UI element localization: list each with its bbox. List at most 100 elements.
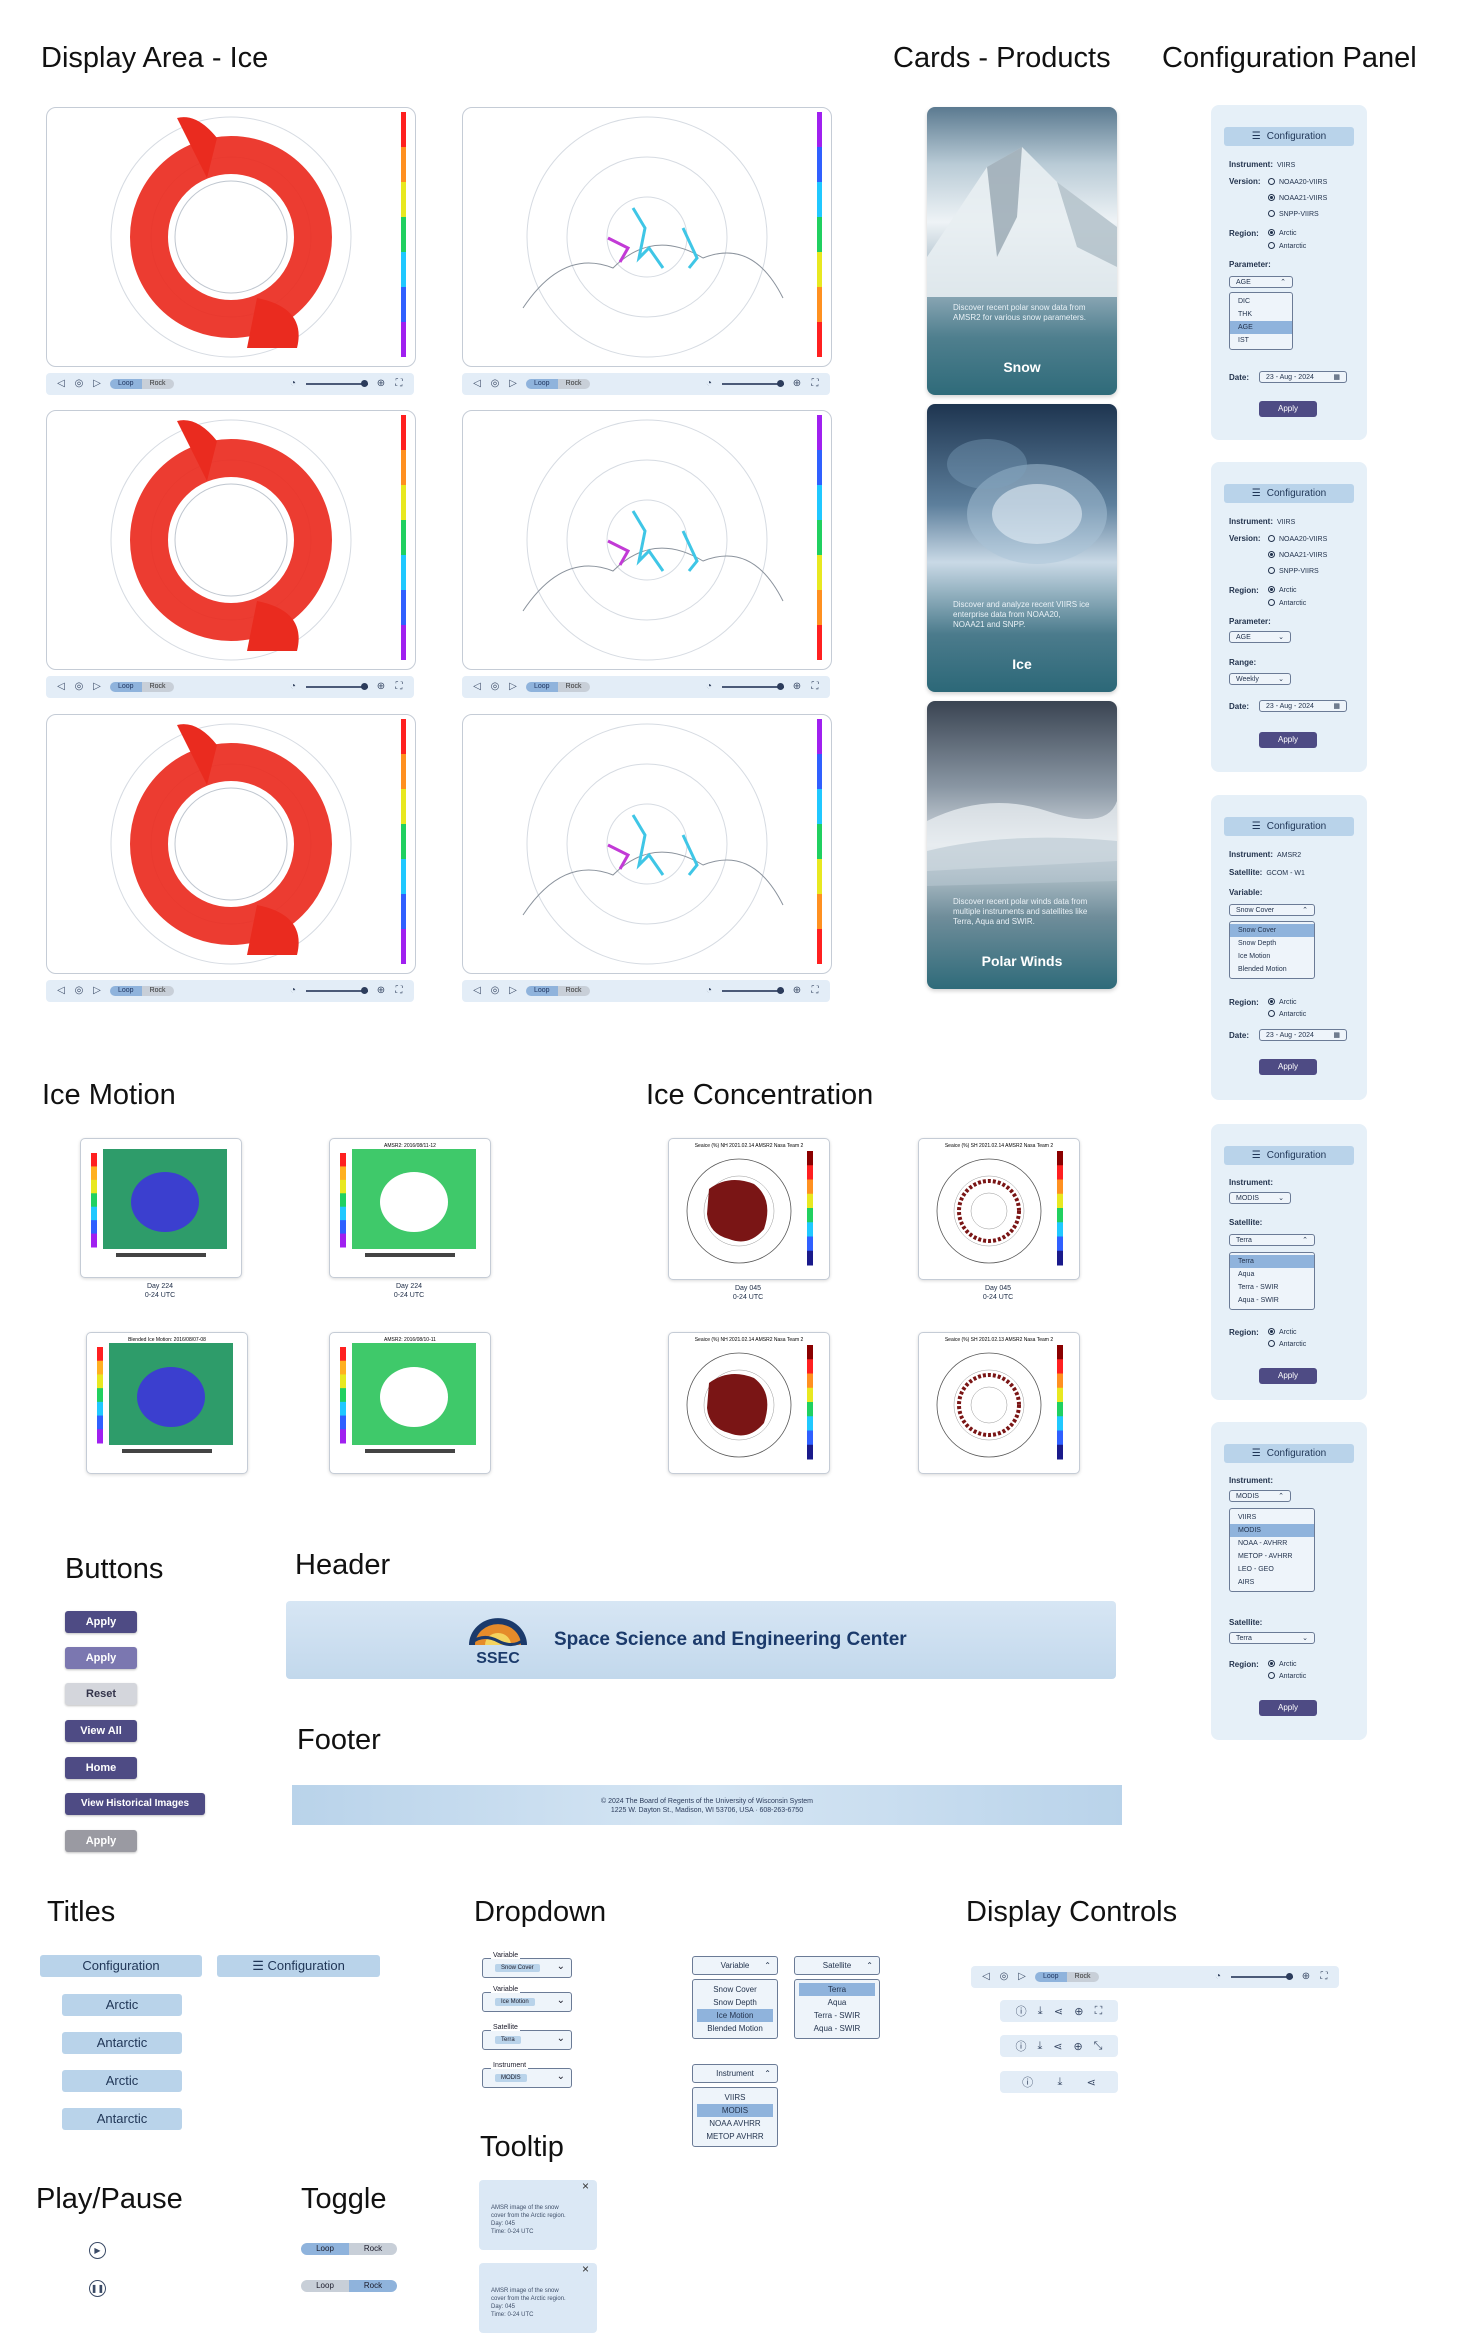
ice-map-arctic[interactable] <box>462 107 832 367</box>
toggle-rock-active[interactable]: Loop Rock <box>301 2280 397 2292</box>
satellite-select[interactable]: Terra ⌄ <box>1229 1632 1315 1644</box>
radio-antarctic[interactable]: Antarctic <box>1268 1340 1306 1348</box>
ice-map-antarctic[interactable] <box>46 714 416 974</box>
radio-snpp[interactable]: SNPP-VIIRS <box>1268 210 1319 218</box>
apply-button[interactable]: Apply <box>1259 1059 1317 1075</box>
next-icon[interactable]: ▷ <box>508 379 518 389</box>
radio-arctic[interactable]: Arctic <box>1268 586 1297 594</box>
instrument-select[interactable]: MODIS ⌃ <box>1229 1490 1291 1502</box>
zoom-icon[interactable]: ⊕ <box>1301 1972 1311 1982</box>
loop-rock-toggle[interactable]: Loop Rock <box>110 682 174 692</box>
apply-button[interactable]: Apply <box>1259 732 1317 748</box>
zoom-icon[interactable]: ⊕ <box>792 682 802 692</box>
loop-rock-toggle[interactable]: Loop Rock <box>526 986 590 996</box>
share-icon[interactable]: ⋖ <box>1054 2005 1063 2018</box>
play-icon[interactable]: ◎ <box>490 986 500 996</box>
pause-icon[interactable]: ❚❚ <box>89 2280 106 2297</box>
apply-button[interactable]: Apply <box>1259 1368 1317 1384</box>
toggle-loop-active[interactable]: Loop Rock <box>301 2243 397 2255</box>
zoom-icon[interactable]: ⊕ <box>376 986 386 996</box>
info-icon[interactable]: ⓘ <box>1015 2038 1026 2054</box>
exit-fullscreen-icon[interactable]: ⤡ <box>1094 2040 1103 2053</box>
dropdown-variable-open[interactable]: Variable ⌃ Snow Cover Snow Depth Ice Motion… <box>692 1956 778 2039</box>
card-ice[interactable]: Discover and analyze recent VIIRS ice en… <box>927 404 1117 692</box>
speed-slider[interactable] <box>722 380 784 387</box>
ice-map-antarctic[interactable] <box>46 107 416 367</box>
loop-rock-toggle[interactable]: Loop Rock <box>526 379 590 389</box>
parameter-select[interactable]: AGE ⌄ <box>1229 631 1291 643</box>
loop-rock-toggle[interactable]: Loop Rock <box>1035 1972 1099 1982</box>
download-icon[interactable]: ⤓ <box>1057 2076 1062 2089</box>
prev-icon[interactable]: ◁ <box>56 682 66 692</box>
prev-icon[interactable]: ◁ <box>472 986 482 996</box>
instrument-select[interactable]: MODIS ⌄ <box>1229 1192 1291 1204</box>
next-icon[interactable]: ▷ <box>92 986 102 996</box>
apply-button[interactable]: Apply <box>1259 1700 1317 1716</box>
next-icon[interactable]: ▷ <box>508 986 518 996</box>
play-icon[interactable]: ◎ <box>74 986 84 996</box>
fullscreen-icon[interactable]: ⛶ <box>1319 1972 1329 1982</box>
radio-noaa21[interactable]: NOAA21-VIIRS <box>1268 551 1327 559</box>
info-icon[interactable]: ⓘ <box>1022 2074 1033 2090</box>
radio-snpp[interactable]: SNPP-VIIRS <box>1268 567 1319 575</box>
apply-button[interactable]: Apply <box>1259 401 1317 417</box>
dropdown-instrument-open[interactable]: Instrument ⌃ VIIRS MODIS NOAA AVHRR METOP AV… <box>692 2064 778 2147</box>
ssec-logo[interactable]: SSEC <box>463 1615 533 1667</box>
close-icon[interactable]: × <box>582 2180 589 2192</box>
ice-motion-figure[interactable]: AMSR2: 2016/08/11-12 <box>329 1138 491 1278</box>
radio-antarctic[interactable]: Antarctic <box>1268 242 1306 250</box>
view-historical-images-button[interactable]: View Historical Images <box>65 1793 205 1815</box>
share-icon[interactable]: ⋖ <box>1053 2040 1062 2053</box>
radio-noaa20[interactable]: NOAA20-VIIRS <box>1268 178 1327 186</box>
dropdown-instrument[interactable]: Instrument MODIS ⌄ <box>482 2062 572 2088</box>
variable-list[interactable]: Snow Cover Snow Depth Ice Motion Blended Mo… <box>1229 921 1315 979</box>
satellite-select[interactable]: Terra ⌃ <box>1229 1234 1315 1246</box>
date-picker[interactable]: 23 - Aug - 2024 ▦ <box>1259 371 1347 383</box>
speed-slider[interactable] <box>306 380 368 387</box>
play-icon[interactable]: ◎ <box>999 1972 1009 1982</box>
close-icon[interactable]: × <box>582 2263 589 2275</box>
next-icon[interactable]: ▷ <box>1017 1972 1027 1982</box>
radio-antarctic[interactable]: Antarctic <box>1268 1672 1306 1680</box>
play-icon[interactable]: ◎ <box>490 379 500 389</box>
prev-icon[interactable]: ◁ <box>472 379 482 389</box>
dropdown-satellite[interactable]: Satellite Terra ⌄ <box>482 2024 572 2050</box>
info-icon[interactable]: ⓘ <box>1016 2003 1027 2019</box>
instrument-list[interactable]: VIIRS MODIS NOAA - AVHRR METOP - AVHRR LEO -… <box>1229 1508 1315 1592</box>
play-icon[interactable]: ▶ <box>89 2242 106 2259</box>
range-select[interactable]: Weekly ⌄ <box>1229 673 1291 685</box>
play-icon[interactable]: ◎ <box>74 682 84 692</box>
apply-button[interactable]: Apply <box>65 1611 137 1633</box>
ice-concentration-figure[interactable]: Seaice (%) NH 2021.02.14 AMSR2 Nasa Team… <box>668 1332 830 1474</box>
ice-concentration-figure[interactable]: Seaice (%) SH 2021.02.14 AMSR2 Nasa Team… <box>918 1138 1080 1280</box>
fullscreen-icon[interactable]: ⛶ <box>394 986 404 996</box>
date-picker[interactable]: 23 - Aug - 2024 ▦ <box>1259 1029 1347 1041</box>
parameter-list[interactable]: DIC THK AGE IST <box>1229 292 1293 350</box>
loop-rock-toggle[interactable]: Loop Rock <box>526 682 590 692</box>
fullscreen-icon[interactable]: ⛶ <box>810 379 820 389</box>
speed-slider[interactable] <box>306 987 368 994</box>
ice-concentration-figure[interactable]: Seaice (%) NH 2021.02.14 AMSR2 Nasa Team… <box>668 1138 830 1280</box>
download-icon[interactable]: ⤓ <box>1037 2040 1042 2053</box>
radio-arctic[interactable]: Arctic <box>1268 998 1297 1006</box>
fullscreen-icon[interactable]: ⛶ <box>394 379 404 389</box>
fullscreen-icon[interactable]: ⛶ <box>810 986 820 996</box>
prev-icon[interactable]: ◁ <box>472 682 482 692</box>
speed-slider[interactable] <box>722 987 784 994</box>
fullscreen-icon[interactable]: ⛶ <box>810 682 820 692</box>
radio-antarctic[interactable]: Antarctic <box>1268 599 1306 607</box>
reset-button[interactable]: Reset <box>65 1683 137 1705</box>
speed-slider[interactable] <box>306 683 368 690</box>
share-icon[interactable]: ⋖ <box>1087 2076 1096 2089</box>
play-icon[interactable]: ◎ <box>74 379 84 389</box>
ice-motion-figure[interactable] <box>80 1138 242 1278</box>
home-button[interactable]: Home <box>65 1757 137 1779</box>
satellite-list[interactable]: Terra Aqua Terra - SWIR Aqua - SWIR <box>1229 1252 1315 1310</box>
ice-concentration-figure[interactable]: Seaice (%) SH 2021.02.13 AMSR2 Nasa Team… <box>918 1332 1080 1474</box>
ice-map-antarctic[interactable] <box>46 410 416 670</box>
dropdown-variable[interactable]: Variable Snow Cover ⌄ <box>482 1952 572 1978</box>
speed-slider[interactable] <box>722 683 784 690</box>
zoom-icon[interactable]: ⊕ <box>1073 2040 1082 2053</box>
dropdown-variable-2[interactable]: Variable Ice Motion ⌄ <box>482 1986 572 2012</box>
parameter-select[interactable]: AGE ⌃ <box>1229 276 1293 288</box>
